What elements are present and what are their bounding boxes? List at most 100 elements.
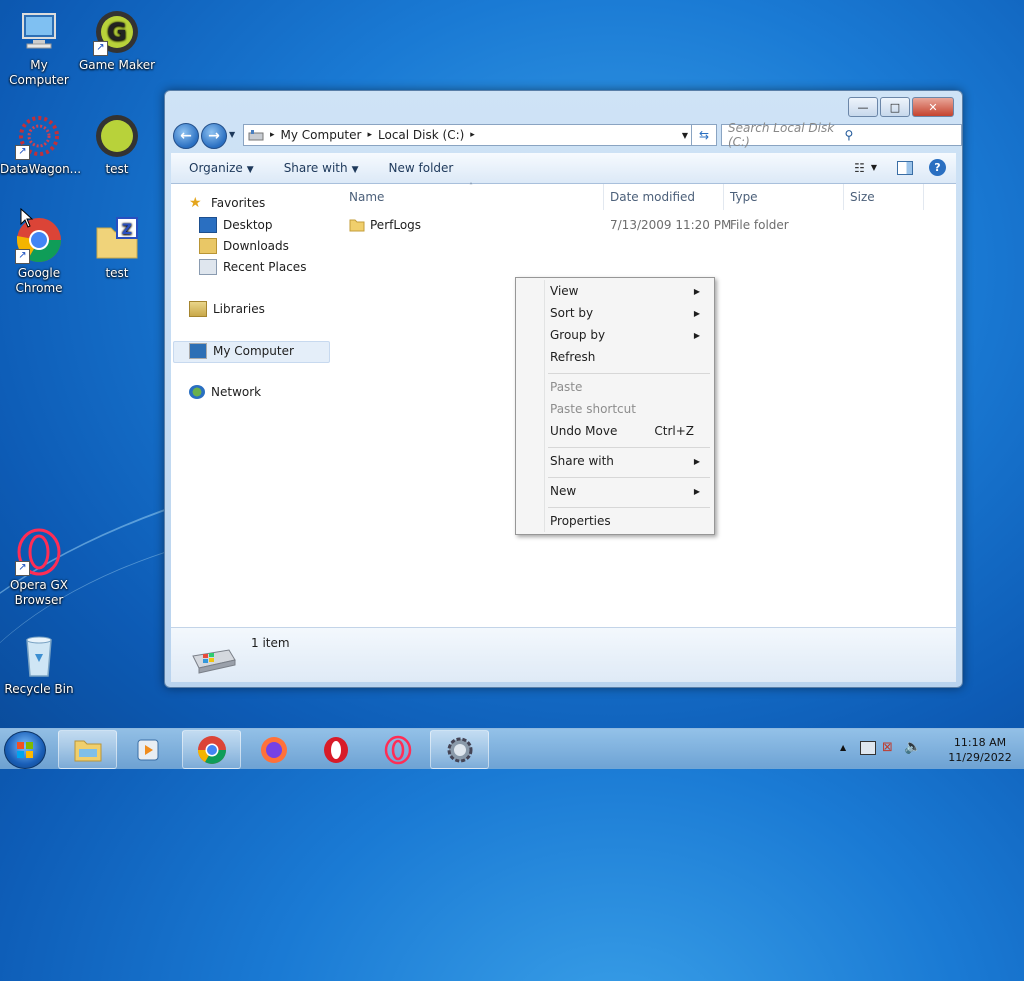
desktop-icon-my-computer[interactable]: My Computer bbox=[0, 8, 78, 88]
file-row[interactable]: PerfLogs bbox=[349, 218, 421, 232]
search-input[interactable]: Search Local Disk (C:) bbox=[728, 121, 839, 149]
submenu-arrow-icon: ▶ bbox=[693, 486, 700, 496]
nav-item-downloads[interactable]: Downloads bbox=[199, 238, 289, 254]
desktop-icon-game-maker[interactable]: G ↗ Game Maker bbox=[78, 8, 156, 73]
change-view-icon[interactable]: ☷ bbox=[854, 161, 865, 175]
menu-item-shortcut: Ctrl+Z bbox=[654, 424, 694, 438]
command-bar: Organize ▼ Share with ▼ New folder ☷ ▼ ? bbox=[171, 153, 956, 184]
organize-label: Organize bbox=[189, 161, 243, 175]
game-maker-icon: G ↗ bbox=[93, 8, 141, 56]
menu-separator bbox=[548, 477, 710, 478]
chrome-icon bbox=[197, 735, 226, 764]
taskbar-chrome[interactable] bbox=[182, 730, 241, 769]
desktop-icon-label: DataWagon... bbox=[0, 162, 82, 176]
forward-button[interactable]: → bbox=[201, 123, 227, 149]
taskbar-media-player[interactable] bbox=[118, 730, 177, 769]
address-separator: ▸ bbox=[367, 130, 372, 140]
desktop-icon-google-chrome[interactable]: ↗ Google Chrome bbox=[0, 216, 78, 296]
address-separator: ▸ bbox=[470, 130, 475, 140]
taskbar-firefox[interactable] bbox=[244, 730, 303, 769]
opera-gx-icon bbox=[384, 735, 411, 764]
opera-icon bbox=[323, 736, 348, 763]
nav-item-favorites[interactable]: ★ Favorites bbox=[189, 196, 265, 210]
nav-item-libraries[interactable]: Libraries bbox=[189, 301, 265, 317]
menu-item-label: Undo Move bbox=[550, 424, 618, 438]
menu-item-undo-move[interactable]: Undo Move Ctrl+Z bbox=[550, 421, 708, 441]
column-divider[interactable] bbox=[723, 184, 724, 210]
column-divider[interactable] bbox=[923, 184, 924, 210]
address-separator: ▸ bbox=[270, 130, 275, 140]
nav-item-network[interactable]: Network bbox=[189, 385, 261, 399]
menu-item-group-by[interactable]: Group by ▶ bbox=[550, 325, 708, 345]
media-player-icon bbox=[137, 739, 158, 760]
nav-item-label: Recent Places bbox=[223, 260, 307, 274]
nav-item-recent-places[interactable]: Recent Places bbox=[199, 259, 306, 275]
star-icon: ★ bbox=[189, 195, 202, 211]
menu-separator bbox=[548, 373, 710, 374]
column-header-date-modified[interactable]: Date modified bbox=[610, 190, 695, 204]
refresh-button[interactable]: ⇆ bbox=[691, 124, 717, 146]
address-segment-local-disk[interactable]: Local Disk (C:) bbox=[378, 128, 464, 142]
shortcut-arrow-icon: ↗ bbox=[93, 41, 108, 56]
clock[interactable]: 11:18 AM 11/29/2022 bbox=[946, 735, 1014, 765]
back-button[interactable]: ← bbox=[173, 123, 199, 149]
search-icon[interactable]: ⚲ bbox=[845, 128, 956, 142]
column-header-type[interactable]: Type bbox=[730, 190, 758, 204]
back-arrow-icon: ← bbox=[180, 128, 192, 144]
close-button[interactable]: ✕ bbox=[912, 97, 954, 117]
start-button[interactable] bbox=[4, 731, 46, 769]
menu-item-new[interactable]: New ▶ bbox=[550, 481, 708, 501]
search-box[interactable]: Search Local Disk (C:) ⚲ bbox=[721, 121, 962, 149]
desktop-icon-datawagon[interactable]: ↗ DataWagon... bbox=[0, 112, 82, 177]
menu-item-label: Sort by bbox=[550, 306, 594, 320]
recent-pages-dropdown[interactable]: ▼ bbox=[229, 130, 235, 139]
column-header-size[interactable]: Size bbox=[850, 190, 875, 204]
organize-button[interactable]: Organize ▼ bbox=[189, 161, 254, 175]
menu-item-view[interactable]: View ▶ bbox=[550, 281, 708, 301]
window-controls: — □ ✕ bbox=[846, 97, 954, 117]
svg-text:Z: Z bbox=[122, 222, 132, 238]
minimize-button[interactable]: — bbox=[848, 97, 878, 117]
desktop-icon-opera-gx[interactable]: ↗ Opera GX Browser bbox=[0, 528, 78, 608]
desktop-icon-test-gm[interactable]: test bbox=[78, 112, 156, 177]
preview-pane-icon[interactable] bbox=[897, 160, 913, 175]
menu-item-share-with[interactable]: Share with ▶ bbox=[550, 451, 708, 471]
desktop-icon-test-zip[interactable]: Z test bbox=[78, 216, 156, 281]
menu-item-label: Properties bbox=[550, 514, 611, 528]
nav-item-my-computer[interactable]: My Computer bbox=[189, 343, 294, 359]
share-with-button[interactable]: Share with ▼ bbox=[284, 161, 359, 175]
show-hidden-icons-button[interactable]: ▲ bbox=[840, 743, 846, 752]
column-header-name[interactable]: Name bbox=[349, 190, 384, 204]
menu-item-refresh[interactable]: Refresh bbox=[550, 347, 708, 367]
menu-item-label: Paste shortcut bbox=[550, 402, 636, 416]
menu-item-properties[interactable]: Properties bbox=[550, 511, 708, 531]
column-divider[interactable] bbox=[843, 184, 844, 210]
address-bar[interactable]: ▸ My Computer ▸ Local Disk (C:) ▸ ▼ bbox=[243, 124, 695, 146]
taskbar-opera[interactable] bbox=[306, 730, 365, 769]
address-dropdown-icon[interactable]: ▼ bbox=[682, 131, 688, 140]
volume-icon[interactable]: 🔈 bbox=[904, 739, 921, 755]
taskbar-game-maker[interactable] bbox=[430, 730, 489, 769]
submenu-arrow-icon: ▶ bbox=[693, 456, 700, 466]
chevron-down-icon: ▼ bbox=[351, 165, 359, 175]
network-error-icon[interactable]: ⊠ bbox=[882, 740, 893, 755]
taskbar-explorer[interactable] bbox=[58, 730, 117, 769]
menu-item-label: Share with bbox=[550, 454, 614, 468]
action-center-icon[interactable] bbox=[860, 741, 876, 755]
new-folder-button[interactable]: New folder bbox=[389, 161, 454, 175]
help-button[interactable]: ? bbox=[929, 159, 946, 176]
view-options-dropdown[interactable]: ▼ bbox=[871, 163, 877, 172]
address-segment-my-computer[interactable]: My Computer bbox=[281, 128, 362, 142]
menu-item-sort-by[interactable]: Sort by ▶ bbox=[550, 303, 708, 323]
clock-time: 11:18 AM bbox=[953, 736, 1007, 749]
file-name: PerfLogs bbox=[370, 218, 422, 232]
maximize-button[interactable]: □ bbox=[880, 97, 910, 117]
menu-item-label: Paste bbox=[550, 380, 583, 394]
desktop-icon-recycle-bin[interactable]: Recycle Bin bbox=[0, 632, 78, 697]
refresh-icon: ⇆ bbox=[698, 128, 710, 142]
nav-item-desktop[interactable]: Desktop bbox=[199, 217, 273, 233]
nav-item-label: Favorites bbox=[211, 196, 266, 210]
column-divider[interactable] bbox=[603, 184, 604, 210]
sort-indicator-icon: ˄ bbox=[469, 182, 473, 191]
taskbar-opera-gx[interactable] bbox=[368, 730, 427, 769]
